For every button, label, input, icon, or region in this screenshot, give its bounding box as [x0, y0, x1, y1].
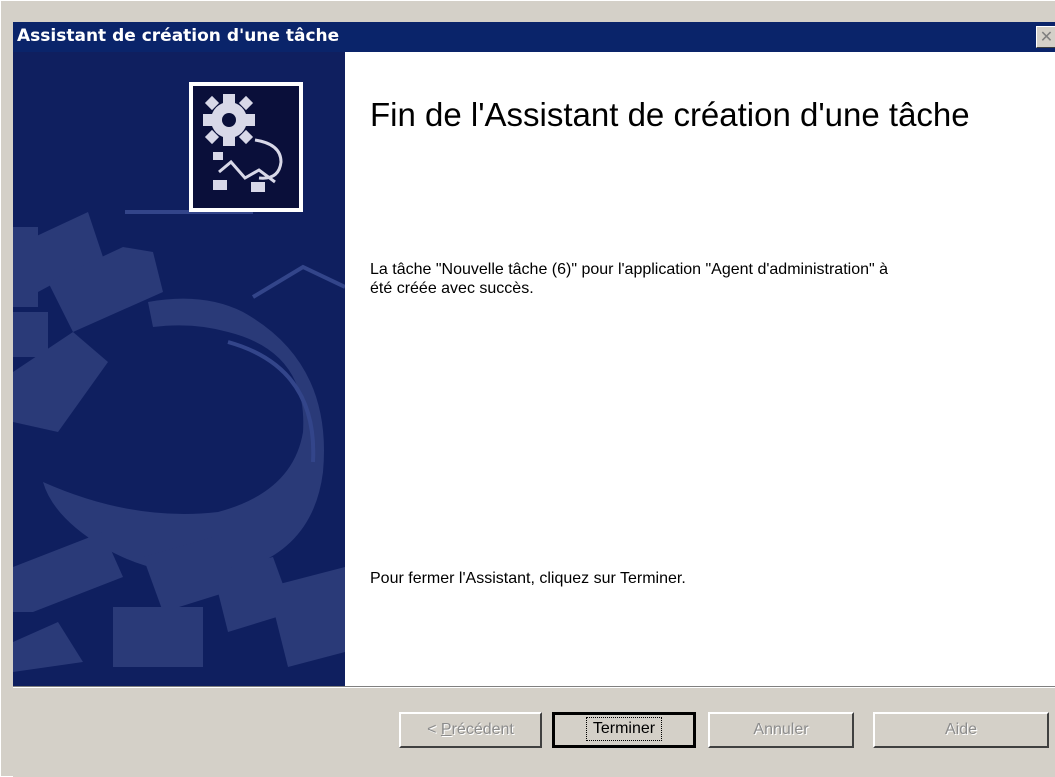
wizard-window: Assistant de création d'une tâche ✕ Fin …: [0, 0, 1055, 777]
help-button-label: Aide: [944, 721, 978, 738]
page-title: Fin de l'Assistant de création d'une tâc…: [370, 96, 970, 133]
title-bar[interactable]: Assistant de création d'une tâche ✕: [13, 22, 1055, 52]
wizard-banner: [13, 52, 345, 686]
close-icon: ✕: [1039, 27, 1054, 46]
previous-button-label: récédent: [451, 721, 514, 738]
wizard-gear-icon: [189, 82, 303, 212]
previous-button[interactable]: < Précédent: [399, 712, 542, 748]
close-hint: Pour fermer l'Assistant, cliquez sur Ter…: [370, 570, 686, 587]
help-button[interactable]: Aide: [873, 712, 1049, 748]
cancel-button[interactable]: Annuler: [708, 712, 854, 748]
finish-button-label: Terminer: [585, 717, 663, 741]
wizard-content: Fin de l'Assistant de création d'une tâc…: [13, 52, 1055, 686]
window-title: Assistant de création d'une tâche: [17, 26, 340, 46]
previous-button-mnemonic: P: [440, 721, 452, 738]
button-bar: < Précédent Terminer Annuler Aide: [13, 688, 1055, 777]
cancel-button-label: Annuler: [753, 721, 809, 738]
previous-button-prefix: <: [427, 721, 441, 738]
close-button[interactable]: ✕: [1036, 26, 1055, 48]
finish-button[interactable]: Terminer: [552, 712, 696, 748]
success-message: La tâche "Nouvelle tâche (6)" pour l'app…: [370, 261, 889, 297]
